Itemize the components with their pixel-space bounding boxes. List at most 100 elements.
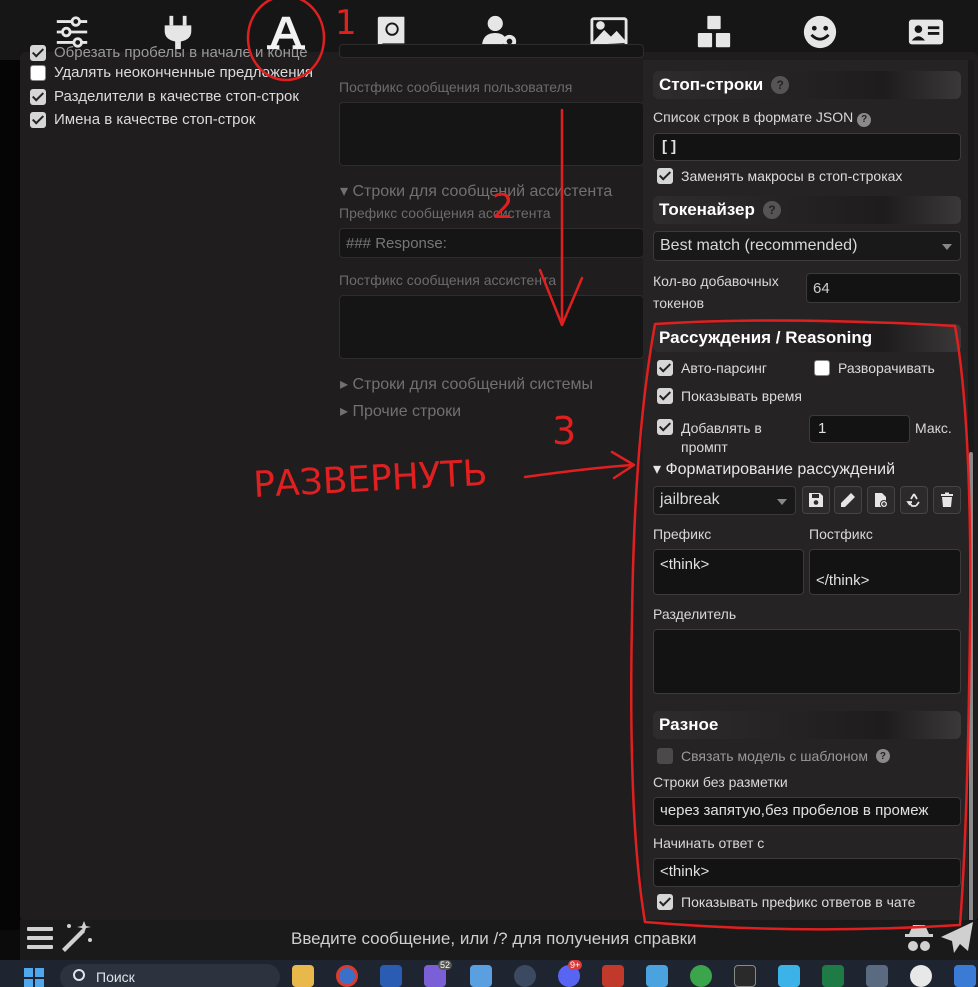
checkbox-icon[interactable] xyxy=(30,64,46,81)
option-label: Показывать время xyxy=(681,388,802,404)
discord-icon[interactable]: 9+ xyxy=(558,960,583,987)
expand-option[interactable]: Разворачивать xyxy=(814,360,935,376)
id-card-icon[interactable] xyxy=(906,12,946,52)
reasoning-separator-textarea[interactable] xyxy=(653,629,961,694)
assistant-prefix-value: ### Response: xyxy=(346,235,447,252)
other-strings-section[interactable]: ▸ Прочие строки xyxy=(340,401,461,421)
checkbox-icon[interactable] xyxy=(657,419,673,435)
checkbox-icon[interactable] xyxy=(657,894,673,910)
message-input-placeholder[interactable]: Введите сообщение, или /? для получения … xyxy=(291,929,697,949)
assistant-strings-section[interactable]: ▾ Строки для сообщений ассистента xyxy=(340,181,612,201)
calculator-icon[interactable] xyxy=(866,965,888,987)
section-title: Разное xyxy=(659,715,719,734)
delete-preset-button[interactable] xyxy=(933,486,961,514)
help-icon[interactable]: ? xyxy=(762,201,781,219)
bind-model-option[interactable]: Связать модель с шаблоном ? xyxy=(657,748,890,764)
help-icon[interactable]: ? xyxy=(875,749,890,763)
cubes-icon[interactable] xyxy=(694,12,734,52)
scrollbar-thumb[interactable] xyxy=(969,452,973,922)
reasoning-postfix-textarea[interactable]: </think> xyxy=(809,549,961,595)
trim-spaces-option[interactable]: Обрезать пробелы в начале и конце xyxy=(30,44,308,61)
assistant-prefix-input[interactable]: ### Response: xyxy=(339,228,644,258)
app-icon[interactable] xyxy=(602,965,624,987)
auto-parse-option[interactable]: Авто-парсинг xyxy=(657,360,767,376)
section-title: Рассуждения / Reasoning xyxy=(659,328,873,347)
checkbox-icon[interactable] xyxy=(657,388,673,404)
word-icon[interactable] xyxy=(380,965,402,987)
app-icon[interactable] xyxy=(954,965,976,987)
smiley-icon[interactable] xyxy=(800,12,840,52)
checkbox-icon[interactable] xyxy=(30,44,46,61)
option-label: Связать модель с шаблоном xyxy=(681,748,868,764)
extra-tokens-label-line2: токенов xyxy=(653,295,705,311)
menu-icon[interactable] xyxy=(27,925,55,951)
tokenizer-select[interactable]: Best match (recommended) xyxy=(653,231,961,261)
magic-wand-icon[interactable] xyxy=(60,920,94,952)
monitor-icon[interactable] xyxy=(646,965,668,987)
option-label: Добавлять в промпт xyxy=(681,419,762,457)
send-icon[interactable] xyxy=(940,921,974,955)
checkbox-icon[interactable] xyxy=(30,111,46,128)
separator-label: Разделитель xyxy=(653,606,737,622)
postfix-label: Постфикс xyxy=(809,526,873,542)
section-label: Форматирование рассуждений xyxy=(665,461,896,478)
excel-icon[interactable] xyxy=(822,965,844,987)
no-markup-label: Строки без разметки xyxy=(653,774,788,790)
windows-start-icon[interactable] xyxy=(24,968,44,987)
notification-badge: 9+ xyxy=(568,960,583,970)
help-icon[interactable]: ? xyxy=(771,76,790,94)
utorrent-icon[interactable] xyxy=(690,965,712,987)
notepad-icon[interactable] xyxy=(470,965,492,987)
checkbox-icon[interactable] xyxy=(657,360,673,376)
reasoning-prefix-textarea[interactable]: <think> xyxy=(653,549,804,595)
incognito-icon[interactable] xyxy=(903,922,935,954)
show-prefix-option[interactable]: Показывать префикс ответов в чате xyxy=(657,894,915,910)
user-postfix-textarea[interactable] xyxy=(339,102,644,166)
steam-icon[interactable] xyxy=(514,965,536,987)
show-time-option[interactable]: Показывать время xyxy=(657,388,802,404)
selected-value: Best match (recommended) xyxy=(660,237,858,254)
stop-strings-json-input[interactable]: [ ] xyxy=(653,133,961,161)
save-preset-button[interactable] xyxy=(802,486,830,514)
stop-strings-header: Стоп-строки ? xyxy=(653,71,961,99)
max-additions-input[interactable]: 1 xyxy=(809,415,910,443)
option-label: Обрезать пробелы в начале и конце xyxy=(54,44,308,61)
rename-preset-button[interactable] xyxy=(834,486,862,514)
taskbar-search-box[interactable]: Поиск xyxy=(60,964,280,987)
help-icon[interactable]: ? xyxy=(857,112,872,127)
search-icon xyxy=(73,969,85,981)
checkbox-icon[interactable] xyxy=(657,748,673,764)
previous-textarea[interactable] xyxy=(339,44,644,58)
names-as-stop-strings-option[interactable]: Имена в качестве стоп-строк xyxy=(30,111,255,128)
reasoning-preset-select[interactable]: jailbreak xyxy=(653,486,796,515)
tokenizer-header: Токенайзер ? xyxy=(653,196,961,224)
section-label: Строки для сообщений ассистента xyxy=(352,183,613,200)
checkbox-icon[interactable] xyxy=(657,168,673,184)
start-reply-input[interactable]: <think> xyxy=(653,858,961,887)
assistant-postfix-textarea[interactable] xyxy=(339,295,644,359)
no-markup-input[interactable]: через запятую,без пробелов в промеж xyxy=(653,797,961,826)
restore-preset-button[interactable] xyxy=(900,486,928,514)
option-label: Заменять макросы в стоп-строках xyxy=(681,168,903,184)
extra-tokens-input[interactable]: 64 xyxy=(806,273,961,303)
checkbox-icon[interactable] xyxy=(30,88,46,105)
max-label: Макс. xyxy=(915,420,952,436)
replace-macros-option[interactable]: Заменять макросы в стоп-строках xyxy=(657,168,902,184)
media-player-icon[interactable] xyxy=(910,965,932,987)
remove-incomplete-sentences-option[interactable]: Удалять неоконченные предложения xyxy=(30,64,313,81)
terminal-icon[interactable] xyxy=(734,965,756,987)
assistant-prefix-label: Префикс сообщения ассистента xyxy=(339,205,551,221)
app-icon[interactable]: 52 xyxy=(424,960,453,987)
chrome-icon[interactable] xyxy=(336,965,358,987)
new-preset-button[interactable] xyxy=(867,486,895,514)
system-strings-section[interactable]: ▸ Строки для сообщений системы xyxy=(340,374,593,394)
separators-as-stop-strings-option[interactable]: Разделители в качестве стоп-строк xyxy=(30,88,299,105)
checkbox-icon[interactable] xyxy=(814,360,830,376)
file-explorer-icon[interactable] xyxy=(292,965,314,987)
recycle-icon xyxy=(906,493,920,507)
option-label: Удалять неоконченные предложения xyxy=(54,64,314,81)
search-label: Поиск xyxy=(96,969,135,985)
app-icon[interactable] xyxy=(778,965,800,987)
reasoning-format-section[interactable]: ▾ Форматирование рассуждений xyxy=(653,459,895,479)
add-to-prompt-option[interactable]: Добавлять в промпт xyxy=(657,419,762,457)
